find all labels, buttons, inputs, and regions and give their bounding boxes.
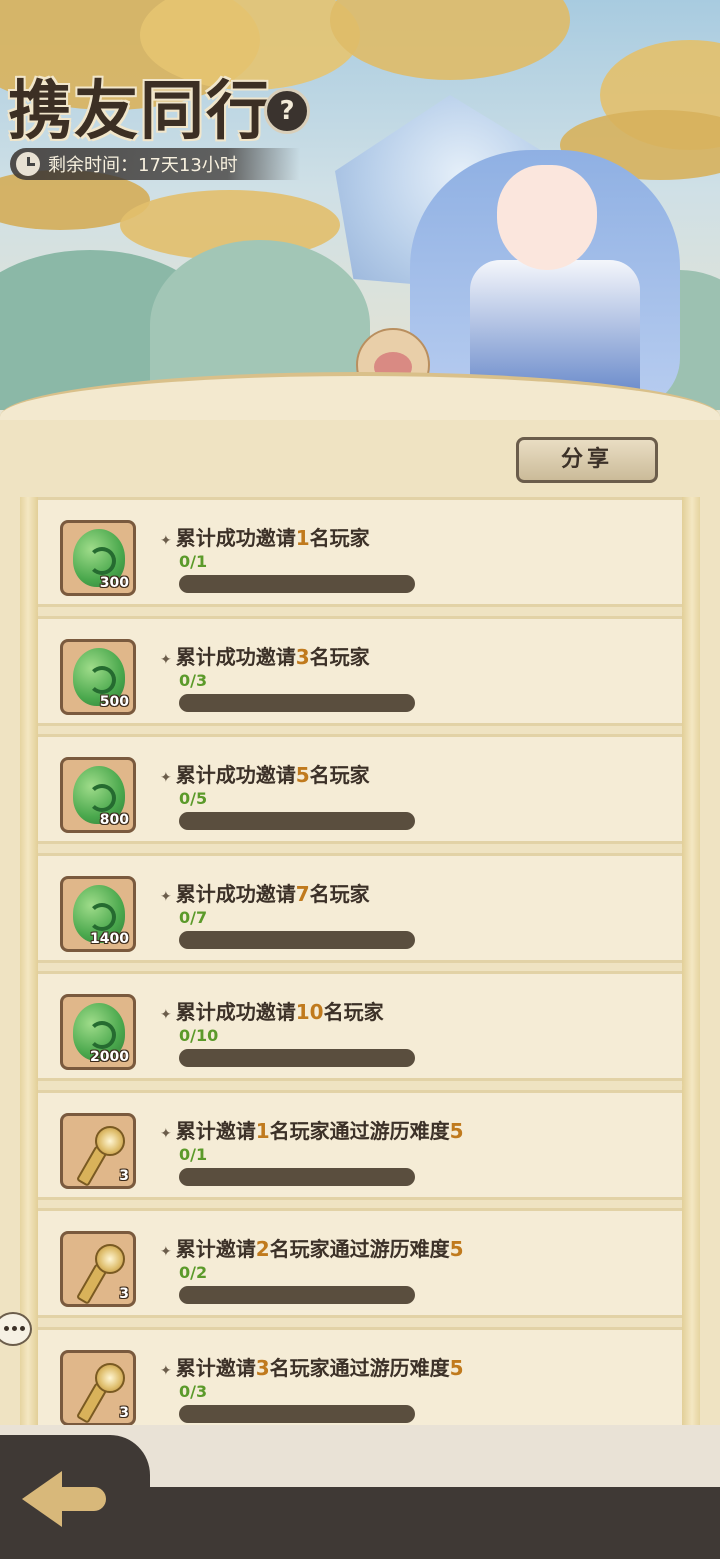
- reward-item[interactable]: 500: [60, 638, 136, 715]
- page-title: 携友同行: [8, 74, 272, 149]
- progress-text: 0/3: [179, 1381, 208, 1401]
- task-list: 300 ✦ 累计成功邀请1名玩家 0/1 500 ✦ 累计成功邀请3名玩家 0/3 …: [20, 497, 700, 1427]
- task-title: ✦ 累计成功邀请3名玩家: [160, 644, 370, 669]
- reward-item[interactable]: 2000: [60, 994, 136, 1070]
- key-icon: [75, 1244, 125, 1304]
- progress-bar: [179, 930, 415, 949]
- remaining-time: 剩余时间： 17天13小时: [10, 148, 300, 180]
- reward-item[interactable]: 1400: [60, 875, 136, 952]
- progress-text: 0/2: [179, 1263, 208, 1282]
- task-row: 3 ✦ 累计邀请1名玩家通过游历难度5 0/1: [20, 1080, 700, 1209]
- event-banner: 携友同行 ? 剩余时间： 17天13小时: [0, 0, 720, 420]
- task-title: ✦ 累计成功邀请7名玩家: [160, 881, 370, 906]
- progress-bar: [179, 575, 415, 593]
- back-arrow-icon[interactable]: [22, 1461, 108, 1531]
- reward-item[interactable]: 3: [60, 1349, 136, 1426]
- progress-bar: [179, 1404, 415, 1423]
- task-row: 800 ✦ 累计成功邀请5名玩家 0/5: [20, 725, 700, 853]
- task-title: ✦ 累计邀请1名玩家通过游历难度5: [160, 1118, 464, 1143]
- progress-bar: [179, 1167, 415, 1186]
- question-icon[interactable]: ?: [264, 88, 310, 134]
- task-title: ✦ 累计邀请2名玩家通过游历难度5: [160, 1237, 464, 1261]
- reward-count: 800: [99, 812, 129, 828]
- progress-text: 0/3: [179, 670, 208, 690]
- progress-text: 0/7: [179, 907, 208, 927]
- task-row: 300 ✦ 累计成功邀请1名玩家 0/1: [20, 497, 700, 616]
- reward-count: 2000: [90, 1049, 129, 1065]
- reward-count: 300: [99, 575, 129, 591]
- progress-bar: [179, 812, 415, 830]
- task-row: 2000 ✦ 累计成功邀请10名玩家 0/10: [20, 962, 700, 1090]
- reward-count: 3: [119, 1286, 129, 1302]
- task-row: 500 ✦ 累计成功邀请3名玩家 0/3: [20, 606, 700, 735]
- progress-bar: [179, 1049, 415, 1067]
- timer-label: 剩余时间：: [48, 155, 138, 176]
- progress-text: 0/10: [179, 1026, 219, 1045]
- reward-item[interactable]: 3: [60, 1112, 136, 1189]
- reward-item[interactable]: 300: [60, 520, 136, 596]
- reward-count: 500: [99, 693, 129, 710]
- reward-count: 3: [119, 1404, 129, 1421]
- key-icon: [75, 1125, 125, 1186]
- reward-item[interactable]: 3: [60, 1231, 136, 1307]
- progress-text: 0/5: [179, 789, 208, 808]
- task-title: ✦ 累计成功邀请5名玩家: [160, 763, 370, 787]
- task-title: ✦ 累计邀请3名玩家通过游历难度5: [160, 1355, 464, 1380]
- task-row: 1400 ✦ 累计成功邀请7名玩家 0/7: [20, 843, 700, 972]
- task-title: ✦ 累计成功邀请10名玩家: [160, 1000, 384, 1024]
- progress-bar: [179, 1286, 415, 1304]
- reward-count: 1400: [90, 930, 129, 947]
- clock-icon: [16, 152, 40, 176]
- reward-count: 3: [119, 1167, 129, 1184]
- bottom-bar: [0, 1425, 720, 1559]
- progress-bar: [179, 693, 415, 712]
- timer-value: 17天13小时: [138, 155, 238, 176]
- share-button[interactable]: 分享: [516, 437, 658, 483]
- progress-text: 0/1: [179, 552, 208, 571]
- progress-text: 0/1: [179, 1144, 208, 1164]
- task-title: ✦ 累计成功邀请1名玩家: [160, 526, 370, 550]
- character-face: [497, 165, 597, 270]
- task-row: 3 ✦ 累计邀请2名玩家通过游历难度5 0/2: [20, 1199, 700, 1327]
- key-icon: [75, 1362, 125, 1423]
- reward-item[interactable]: 800: [60, 757, 136, 833]
- task-row: 3 ✦ 累计邀请3名玩家通过游历难度5 0/3: [20, 1317, 700, 1427]
